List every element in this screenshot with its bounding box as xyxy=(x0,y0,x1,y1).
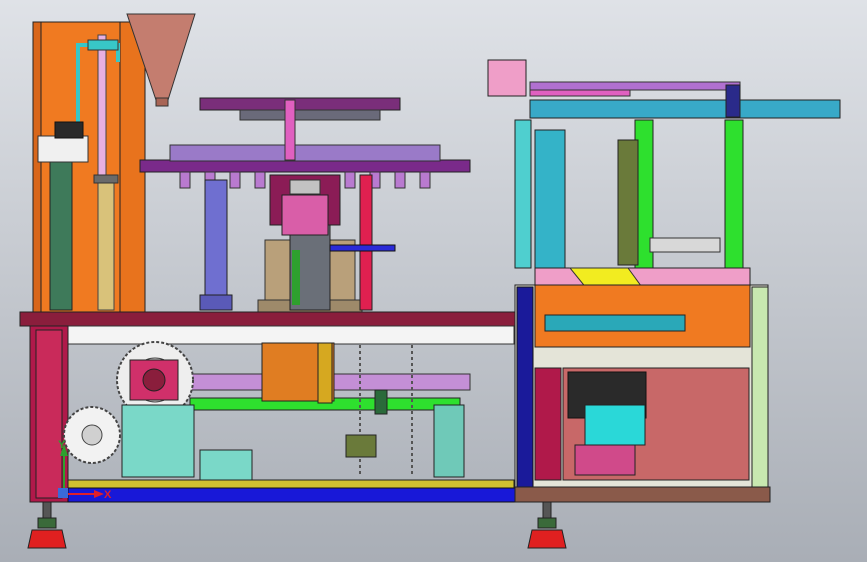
right-platform xyxy=(534,267,751,287)
gearbox-plate xyxy=(317,342,333,404)
blue-arm xyxy=(329,244,396,252)
right-cabinet-magenta xyxy=(534,367,562,481)
top-cylinder xyxy=(529,99,841,119)
left-leg-inner xyxy=(35,329,63,499)
tall-shaft xyxy=(97,174,115,311)
cyan-module xyxy=(584,404,646,446)
left-column xyxy=(49,159,73,311)
right-cabinet-green-edge xyxy=(751,286,769,488)
teal-block-left xyxy=(121,404,195,478)
upright-right-green xyxy=(724,119,744,269)
right-cylinder-rod xyxy=(544,314,686,332)
machine-cad-drawing: Y X xyxy=(0,0,867,562)
right-base xyxy=(514,486,771,503)
pink-module xyxy=(574,444,636,476)
olive-column xyxy=(617,139,639,266)
teal-block-center xyxy=(199,449,253,481)
teal-pillar xyxy=(433,404,465,478)
small-cylinder xyxy=(649,237,721,253)
top-frame-beam xyxy=(529,81,741,91)
shaft-collar xyxy=(93,174,119,184)
white-rail xyxy=(67,325,515,345)
pink-motor xyxy=(487,59,527,97)
left-motor xyxy=(54,121,84,139)
navy-block xyxy=(725,84,741,118)
right-cabinet-blue-edge xyxy=(516,286,534,488)
triad-y-label: Y xyxy=(58,439,66,451)
base-beam-blue xyxy=(67,487,517,503)
tabletop xyxy=(19,311,521,327)
purple-column-base xyxy=(199,294,233,311)
small-gear xyxy=(63,406,121,464)
top-arm xyxy=(284,99,296,161)
purple-column xyxy=(204,179,228,311)
upright-frame xyxy=(514,119,532,269)
red-column xyxy=(359,174,373,311)
left-column-cap xyxy=(37,135,89,163)
upright-left xyxy=(534,129,566,269)
triad-x-label: X xyxy=(104,489,112,501)
